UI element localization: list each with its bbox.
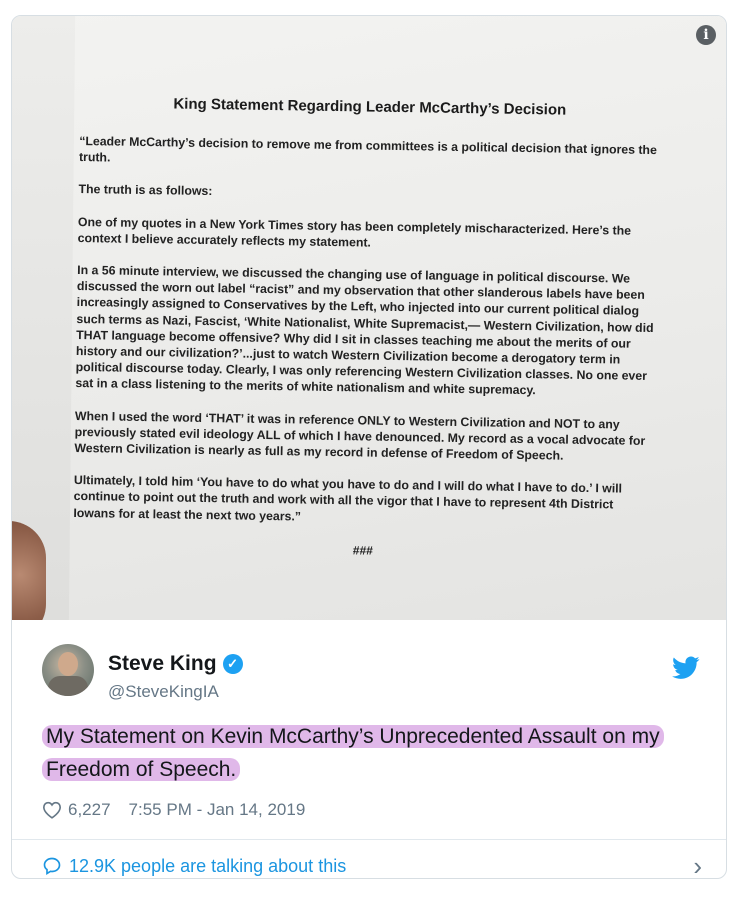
document-paragraph: The truth is as follows: [78,182,213,199]
document-paragraph: One of my quotes in a New York Times sto… [77,214,632,250]
tweet-card: i King Statement Regarding Leader McCart… [11,15,727,879]
tweet-text: My Statement on Kevin McCarthy’s Unprece… [42,725,664,781]
twitter-bird-icon[interactable] [672,656,700,680]
document-paragraph: Ultimately, I told him ‘You have to do w… [73,473,623,524]
conversation-link[interactable]: 12.9K people are talking about this › [42,851,702,878]
talking-count[interactable]: 12.9K people are talking about this [69,856,346,877]
statement-document: King Statement Regarding Leader McCarthy… [73,94,660,562]
document-paragraph: In a 56 minute interview, we discussed t… [75,262,654,398]
tweet-text-row: My Statement on Kevin McCarthy’s Unprece… [42,720,702,786]
tweet-meta: 6,227 7:55 PM - Jan 14, 2019 [42,800,305,820]
statement-photo[interactable]: i King Statement Regarding Leader McCart… [12,16,726,620]
divider [12,839,726,840]
display-name[interactable]: Steve King [108,652,217,675]
chevron-right-icon[interactable]: › [693,851,702,878]
document-paragraph: When I used the word ‘THAT’ it was in re… [74,408,646,463]
speech-bubble-icon [43,857,61,875]
verified-badge-icon: ✓ [222,654,243,674]
avatar-body [48,676,88,696]
tweet-timestamp[interactable]: 7:55 PM - Jan 14, 2019 [129,800,306,820]
like-count[interactable]: 6,227 [68,800,111,820]
avatar[interactable] [42,644,94,696]
display-name-row[interactable]: Steve King ✓ [108,652,243,676]
heart-icon[interactable] [42,801,62,819]
finger-image [12,521,46,620]
info-icon[interactable]: i [696,25,716,45]
avatar-face [58,652,78,676]
user-handle[interactable]: @SteveKingIA [108,682,219,702]
document-paragraph: “Leader McCarthy’s decision to remove me… [78,133,657,165]
